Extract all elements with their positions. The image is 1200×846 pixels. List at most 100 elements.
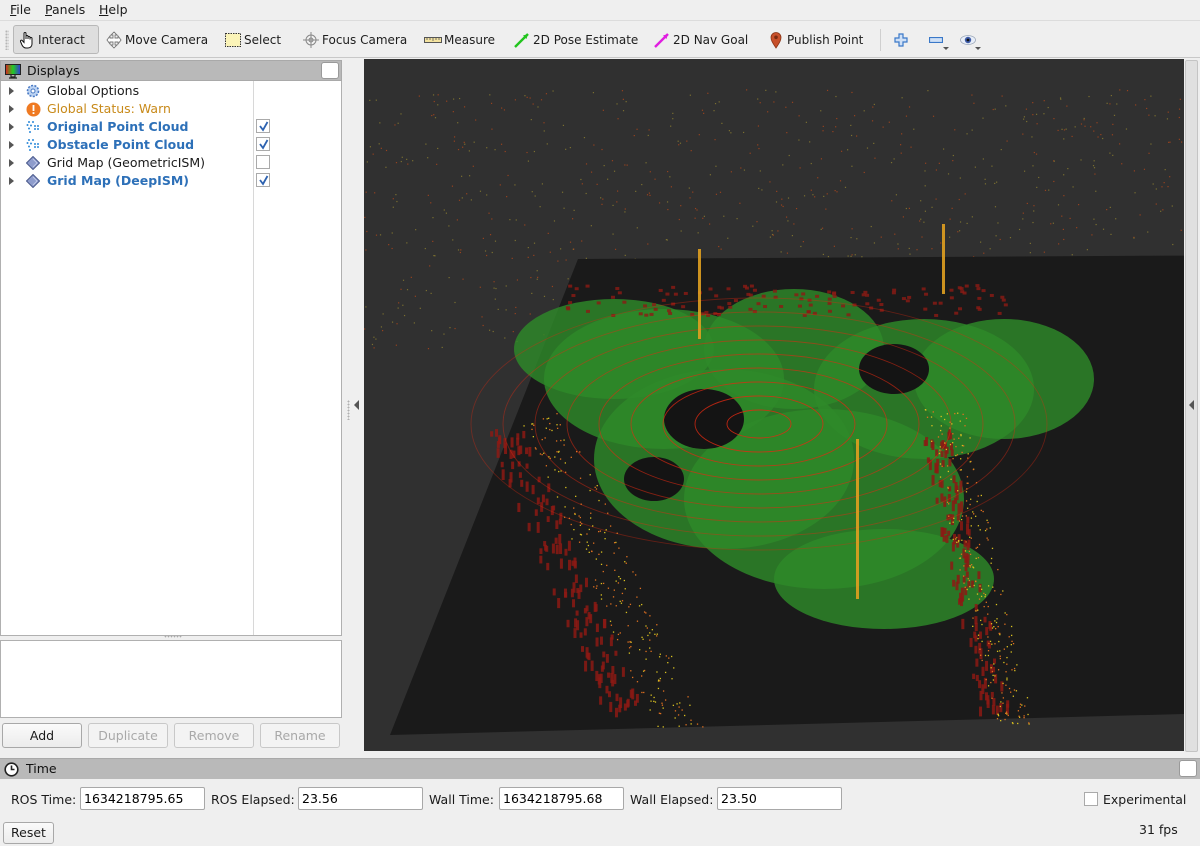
tool-interact[interactable]: Interact — [13, 25, 99, 54]
lidar-point — [954, 412, 956, 415]
tool-move-camera[interactable]: Move Camera — [100, 25, 213, 54]
lidar-point — [463, 106, 466, 108]
panel-splitter-handle[interactable] — [164, 635, 182, 638]
lidar-point — [901, 97, 903, 99]
lidar-point — [650, 694, 652, 696]
lidar-point — [971, 129, 973, 131]
lidar-point — [369, 99, 371, 101]
occupied-cell — [583, 608, 587, 614]
display-item-global-status[interactable]: Global Status: Warn — [1, 100, 341, 118]
wall-time-field[interactable] — [499, 787, 624, 810]
lidar-point — [963, 565, 965, 567]
display-item-global-options[interactable]: Global Options — [1, 82, 341, 100]
lidar-point — [1025, 108, 1028, 110]
lidar-point — [986, 519, 988, 521]
lidar-point — [888, 121, 890, 123]
lidar-point — [1015, 690, 1018, 692]
rename-display-button[interactable]: Rename — [260, 723, 340, 748]
experimental-checkbox[interactable] — [1084, 792, 1098, 806]
lidar-point — [1116, 103, 1118, 105]
lidar-point — [595, 587, 598, 589]
lidar-point — [432, 240, 434, 242]
occupied-cell — [931, 475, 935, 486]
display-enabled-checkbox[interactable] — [256, 155, 270, 169]
lidar-point — [1057, 204, 1060, 206]
tool-2d-nav-goal[interactable]: 2D Nav Goal — [648, 25, 753, 54]
lidar-point — [491, 128, 493, 130]
collapse-right-panel-icon[interactable] — [1189, 400, 1194, 410]
menu-help[interactable]: Help — [99, 2, 128, 17]
lidar-point — [645, 625, 647, 627]
view-menu-button[interactable] — [954, 25, 982, 54]
lidar-point — [665, 655, 667, 657]
occupied-cell — [962, 576, 966, 583]
lidar-point — [984, 183, 987, 185]
expand-arrow-icon[interactable] — [9, 159, 14, 167]
occupied-cell — [534, 509, 538, 516]
lidar-point — [579, 516, 582, 519]
expand-arrow-icon[interactable] — [9, 141, 14, 149]
remove-display-button[interactable]: Remove — [174, 723, 254, 748]
expand-arrow-icon[interactable] — [9, 177, 14, 185]
lidar-point — [494, 298, 496, 300]
lidar-point — [657, 725, 659, 728]
3d-render-viewport[interactable] — [364, 59, 1184, 751]
tool-measure[interactable]: Measure — [419, 25, 500, 54]
lidar-point — [607, 587, 610, 589]
lidar-point — [596, 585, 598, 587]
ros-elapsed-field[interactable] — [298, 787, 423, 810]
lidar-point — [658, 712, 661, 714]
lidar-point — [639, 649, 641, 651]
display-enabled-checkbox[interactable] — [256, 173, 270, 187]
lidar-point — [567, 278, 569, 280]
expand-arrow-icon[interactable] — [9, 87, 14, 95]
panel-float-button[interactable] — [321, 62, 339, 79]
occupied-cell — [827, 309, 832, 313]
lidar-point — [605, 529, 607, 531]
pole-points — [856, 439, 859, 599]
reset-button[interactable]: Reset — [3, 822, 54, 844]
panel-float-button[interactable] — [1179, 760, 1197, 777]
display-enabled-checkbox[interactable] — [256, 137, 270, 151]
display-item-obstacle-point-cloud[interactable]: Obstacle Point Cloud — [1, 136, 341, 154]
menu-file[interactable]: File — [10, 2, 31, 17]
lidar-point — [696, 209, 698, 211]
lidar-point — [613, 542, 616, 544]
occupied-cell — [779, 304, 784, 308]
occupied-cell — [552, 505, 556, 511]
expand-arrow-icon[interactable] — [9, 105, 14, 113]
wall-elapsed-field[interactable] — [717, 787, 842, 810]
tool-select[interactable]: Select — [219, 25, 286, 54]
lidar-point — [961, 444, 964, 447]
lidar-point — [964, 586, 966, 588]
add-tool-button[interactable] — [889, 25, 913, 54]
display-item-original-point-cloud[interactable]: Original Point Cloud — [1, 118, 341, 136]
tool-focus-camera[interactable]: Focus Camera — [297, 25, 412, 54]
experimental-label[interactable]: Experimental — [1103, 792, 1186, 807]
lidar-point — [800, 245, 802, 248]
occupied-cell — [988, 621, 992, 629]
lidar-point — [556, 413, 558, 415]
toolbar-grip[interactable] — [5, 30, 9, 50]
lidar-point — [488, 329, 491, 331]
lidar-point — [628, 652, 631, 654]
display-item-grid-map-geometricism[interactable]: Grid Map (GeometricISM) — [1, 154, 341, 172]
display-item-grid-map-deepism[interactable]: Grid Map (DeepISM) — [1, 172, 341, 190]
menu-panels[interactable]: Panels — [45, 2, 85, 17]
tool-2d-pose-estimate[interactable]: 2D Pose Estimate — [508, 25, 643, 54]
lidar-point — [987, 685, 990, 687]
collapse-left-panel-icon[interactable] — [354, 400, 359, 410]
duplicate-display-button[interactable]: Duplicate — [88, 723, 168, 748]
ros-time-field[interactable] — [80, 787, 205, 810]
lidar-point — [380, 326, 383, 328]
tool-publish-point[interactable]: Publish Point — [762, 25, 868, 54]
viewport-splitter[interactable] — [343, 60, 363, 752]
expand-arrow-icon[interactable] — [9, 123, 14, 131]
remove-tool-button[interactable] — [922, 25, 950, 54]
splitter-grip[interactable] — [347, 400, 350, 420]
lidar-point — [531, 428, 533, 431]
display-enabled-checkbox[interactable] — [256, 119, 270, 133]
3d-scene[interactable] — [364, 59, 1184, 751]
lidar-point — [1032, 102, 1034, 104]
add-display-button[interactable]: Add — [2, 723, 82, 748]
